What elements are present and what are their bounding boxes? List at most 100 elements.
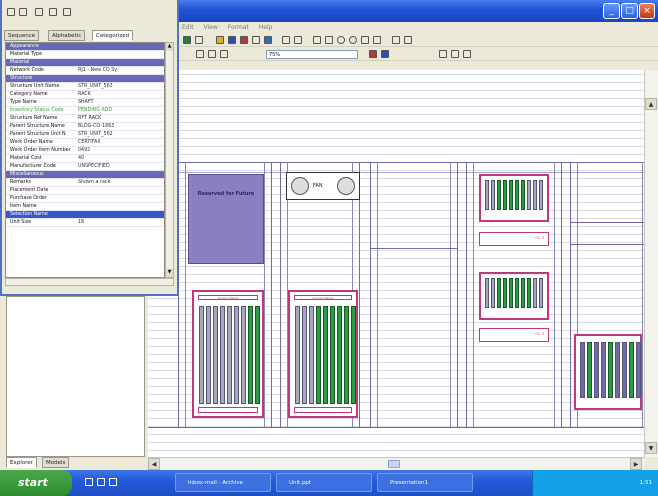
disk-icon[interactable] <box>227 36 236 44</box>
taskbar-button-presentation[interactable]: Presentation1 <box>377 473 473 492</box>
tab-alphabetic[interactable]: Alphabetic <box>48 30 86 41</box>
drawing-canvas[interactable]: Reserved for Future FAN Jumper Matrix Jumpe… <box>148 70 644 457</box>
property-row[interactable]: Category Name RACK <box>6 91 164 99</box>
close-button[interactable]: × <box>639 3 655 19</box>
quicklaunch-browser-icon[interactable] <box>85 478 93 486</box>
explorer-pane[interactable] <box>6 296 145 457</box>
scroll-left-icon[interactable]: ◀ <box>148 458 160 470</box>
connector-icon[interactable] <box>450 50 459 58</box>
fan-tray[interactable]: FAN <box>286 172 360 200</box>
help-icon[interactable] <box>63 8 71 16</box>
dense-shelf[interactable] <box>574 334 642 410</box>
property-value[interactable]: RJ1 - New CO Sy <box>78 67 164 75</box>
property-row[interactable]: Manufacturer Code UNSPECIFIED <box>6 163 164 171</box>
tab-models[interactable]: Models <box>42 457 70 468</box>
rectangle-icon[interactable] <box>360 36 369 44</box>
minimize-button[interactable]: _ <box>603 3 620 19</box>
grid-scroll-down-icon[interactable]: ▼ <box>166 269 173 277</box>
property-category[interactable]: Miscellaneous <box>6 171 164 179</box>
property-row[interactable]: Work Order Item Number 0492 <box>6 147 164 155</box>
ellipse-icon[interactable] <box>349 36 358 44</box>
line-icon[interactable] <box>325 36 334 44</box>
property-row[interactable]: Selection Name <box>6 211 164 219</box>
property-row[interactable]: Structure Unit Name STR_UNIT_563 <box>6 83 164 91</box>
property-grid-hscrollbar[interactable] <box>5 278 174 286</box>
property-row[interactable]: Structure Ref Name RFT RACK <box>6 115 164 123</box>
pages-icon[interactable] <box>49 8 57 16</box>
line-color-icon[interactable] <box>380 50 389 58</box>
properties-icon[interactable] <box>35 8 43 16</box>
property-value[interactable]: Shown a rack <box>78 179 164 187</box>
folder-icon[interactable] <box>215 36 224 44</box>
property-value[interactable]: SHAFT <box>78 99 164 107</box>
property-value[interactable]: RACK <box>78 91 164 99</box>
text-icon[interactable] <box>372 36 381 44</box>
tab-explorer[interactable]: Explorer <box>6 457 37 468</box>
property-value[interactable]: PENDING ADD <box>78 107 164 115</box>
horizontal-scrollbar[interactable]: ◀ ▶ <box>148 457 644 470</box>
property-value[interactable]: RFT RACK <box>78 115 164 123</box>
property-row[interactable]: Remarks Shown a rack <box>6 179 164 187</box>
property-row[interactable]: Purchase Order <box>6 195 164 203</box>
scroll-thumb[interactable] <box>388 460 400 468</box>
property-row[interactable]: Material Type <box>6 51 164 59</box>
property-category[interactable]: Appearance <box>6 43 164 51</box>
property-value[interactable]: 40 <box>78 155 164 163</box>
shelf-card[interactable] <box>479 174 549 222</box>
reserved-block[interactable]: Reserved for Future <box>188 174 264 264</box>
property-category[interactable]: Material <box>6 59 164 67</box>
property-category[interactable]: Structure <box>6 75 164 83</box>
property-grid-scrollbar[interactable]: ▲ ▼ <box>165 42 174 278</box>
jumper-card[interactable]: Jumper Matrix <box>288 290 358 418</box>
shelf-card[interactable] <box>479 272 549 320</box>
open-icon[interactable] <box>194 36 203 44</box>
distribute-icon[interactable] <box>403 36 412 44</box>
property-row[interactable]: Unit Size 18 <box>6 219 164 227</box>
scroll-down-icon[interactable]: ▼ <box>645 442 657 454</box>
pointer-icon[interactable] <box>313 36 322 44</box>
scroll-right-icon[interactable]: ▶ <box>630 458 642 470</box>
start-button[interactable]: start <box>0 470 72 496</box>
property-row[interactable]: Item Name <box>6 203 164 211</box>
cut-icon[interactable] <box>239 36 248 44</box>
categorize-icon[interactable] <box>7 8 15 16</box>
taskbar-button-unit[interactable]: Unit.ppt <box>276 473 372 492</box>
property-value[interactable]: BLDG-CO-1863 <box>78 123 164 131</box>
property-value[interactable]: UNSPECIFIED <box>78 163 164 171</box>
menu-item-edit[interactable]: Edit <box>182 24 194 31</box>
property-value[interactable]: STR_UNIT_562 <box>78 131 164 139</box>
copy-icon[interactable] <box>251 36 260 44</box>
property-value[interactable]: CERTIFAX <box>78 139 164 147</box>
vertical-scrollbar[interactable]: ▲ ▼ <box>644 70 658 457</box>
undo-icon[interactable] <box>282 36 291 44</box>
align-icon[interactable] <box>391 36 400 44</box>
property-row[interactable]: Inventory Status Code PENDING ADD <box>6 107 164 115</box>
property-row[interactable]: Parent Structure Name BLDG-CO-1863 <box>6 123 164 131</box>
zoom-select[interactable]: 75% <box>266 50 358 59</box>
bold-icon[interactable] <box>196 50 204 58</box>
zoom-icon[interactable] <box>462 50 471 58</box>
rack-frame[interactable] <box>370 162 458 427</box>
maximize-button[interactable]: □ <box>621 3 638 19</box>
taskbar-button-mail[interactable]: Inbox-mail - Archive <box>175 473 271 492</box>
shape-icon[interactable] <box>439 50 447 58</box>
property-row[interactable]: Network Code RJ1 - New CO Sy <box>6 67 164 75</box>
property-value[interactable]: 0492 <box>78 147 164 155</box>
paste-icon[interactable] <box>263 36 272 44</box>
tab-categorized[interactable]: Categorized <box>92 30 134 41</box>
property-row[interactable]: Type Name SHAFT <box>6 99 164 107</box>
circle-icon[interactable] <box>337 36 346 44</box>
underline-icon[interactable] <box>219 50 228 58</box>
menu-item-format[interactable]: Format <box>228 24 249 31</box>
tab-sequence[interactable]: Sequence <box>4 30 40 41</box>
save-icon[interactable] <box>183 36 191 44</box>
menu-item-view[interactable]: View <box>204 24 218 31</box>
menu-item-help[interactable]: Help <box>259 24 273 31</box>
scroll-up-icon[interactable]: ▲ <box>645 98 657 110</box>
quicklaunch-desktop-icon[interactable] <box>108 478 117 486</box>
property-row[interactable]: Work Order Name CERTIFAX <box>6 139 164 147</box>
redo-icon[interactable] <box>294 36 303 44</box>
jumper-card[interactable]: Jumper Matrix <box>192 290 264 418</box>
property-value[interactable]: STR_UNIT_563 <box>78 83 164 91</box>
italic-icon[interactable] <box>207 50 216 58</box>
